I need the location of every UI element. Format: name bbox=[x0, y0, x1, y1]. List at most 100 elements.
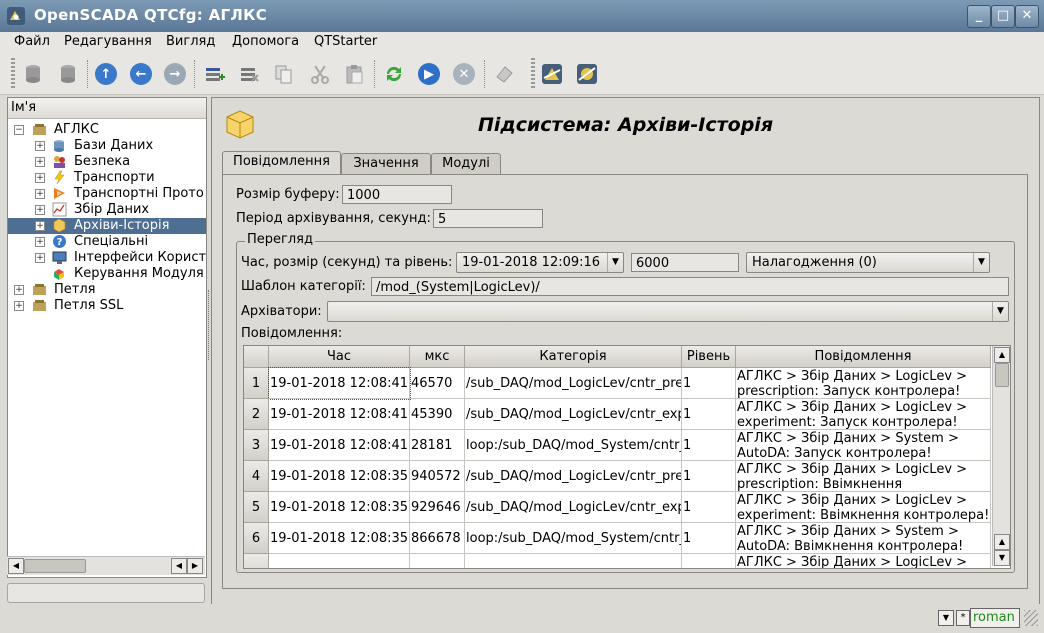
row-header[interactable]: 3 bbox=[244, 430, 269, 461]
stop-icon[interactable]: ✕ bbox=[450, 60, 478, 88]
table-cell-msg[interactable]: АГЛКС > Збір Даних > LogicLev > prescrip… bbox=[736, 461, 991, 492]
scroll-left-icon[interactable]: ◀ bbox=[8, 558, 24, 574]
messages-table[interactable]: Час мкс Категорія Рівень Повідомлення 11… bbox=[243, 345, 1011, 569]
scroll-right-icon[interactable]: ▶ bbox=[187, 558, 203, 574]
up-icon[interactable]: ↑ bbox=[92, 60, 120, 88]
tree-item-security[interactable]: + Безпека bbox=[8, 154, 206, 170]
tab-values[interactable]: Значення bbox=[341, 153, 431, 174]
table-cell-msg[interactable]: АГЛКС > Збір Даних > System > AutoDA: За… bbox=[736, 430, 991, 461]
paste-icon[interactable] bbox=[340, 60, 368, 88]
menu-view[interactable]: Вигляд bbox=[166, 34, 215, 49]
dropdown-icon[interactable]: ▼ bbox=[938, 610, 954, 626]
tree-horizontal-scrollbar[interactable]: ◀ ◀ ▶ bbox=[7, 556, 205, 575]
db-load-icon[interactable] bbox=[19, 60, 47, 88]
row-header[interactable]: 2 bbox=[244, 399, 269, 430]
table-cell-level[interactable]: 1 bbox=[682, 461, 736, 492]
expand-icon[interactable]: + bbox=[35, 205, 45, 215]
expand-icon[interactable]: + bbox=[14, 285, 24, 295]
start-icon[interactable]: ▶ bbox=[415, 60, 443, 88]
scroll-thumb[interactable] bbox=[995, 363, 1009, 387]
user-indicator[interactable]: roman bbox=[970, 608, 1020, 628]
navigation-tree[interactable]: Ім'я − АГЛКС + Бази Даних + Безпека + Тр… bbox=[7, 97, 207, 578]
table-cell-msg[interactable]: АГЛКС > Збір Даних > LogicLev > prescrip… bbox=[736, 368, 991, 399]
menu-qtstarter[interactable]: QTStarter bbox=[314, 34, 377, 49]
table-cell-time[interactable]: 19-01-2018 12:08:35 bbox=[269, 523, 410, 554]
level-select[interactable]: Налагодження (0) ▼ bbox=[746, 252, 990, 273]
menu-edit[interactable]: Редагування bbox=[64, 34, 152, 49]
table-cell-us[interactable]: 866678 bbox=[410, 523, 465, 554]
column-header-us[interactable]: мкс bbox=[410, 346, 465, 368]
scroll-up-icon-2[interactable]: ▲ bbox=[994, 534, 1010, 550]
toolbar-grip-2[interactable] bbox=[531, 58, 535, 90]
vision-module-icon[interactable] bbox=[573, 60, 601, 88]
table-cell-cat[interactable]: /sub_DAQ/mod_LogicLev/cntr_exp bbox=[465, 399, 682, 430]
table-cell-level[interactable]: 1 bbox=[682, 492, 736, 523]
row-header[interactable] bbox=[244, 554, 269, 568]
collapse-icon[interactable]: − bbox=[14, 125, 24, 135]
back-icon[interactable]: ← bbox=[127, 60, 155, 88]
table-cell-time[interactable]: 19-01-2018 12:08:35 bbox=[269, 461, 410, 492]
expand-icon[interactable]: + bbox=[35, 253, 45, 263]
table-cell-cat[interactable] bbox=[465, 554, 682, 568]
chevron-down-icon[interactable]: ▼ bbox=[607, 253, 623, 272]
archivers-select[interactable]: ▼ bbox=[327, 301, 1009, 322]
tree-item-loop[interactable]: + Петля bbox=[8, 282, 206, 298]
openscada-app-icon[interactable] bbox=[6, 6, 26, 26]
asterisk-icon[interactable]: * bbox=[956, 610, 970, 626]
table-cell-us[interactable]: 940572 bbox=[410, 461, 465, 492]
maximize-button[interactable]: □ bbox=[991, 5, 1015, 28]
tree-item-archives[interactable]: + Архіви-Історія bbox=[8, 218, 206, 234]
time-picker[interactable]: 19-01-2018 12:09:16 ▼ bbox=[456, 252, 624, 273]
scroll-left-icon-2[interactable]: ◀ bbox=[171, 558, 187, 574]
table-cell-cat[interactable]: loop:/sub_DAQ/mod_System/cntr_ bbox=[465, 523, 682, 554]
tree-item-specials[interactable]: + ? Спеціальні bbox=[8, 234, 206, 250]
expand-icon[interactable]: + bbox=[35, 221, 45, 231]
tree-item-databases[interactable]: + Бази Даних bbox=[8, 138, 206, 154]
expand-icon[interactable]: + bbox=[14, 301, 24, 311]
scroll-down-icon[interactable]: ▼ bbox=[994, 550, 1010, 566]
scroll-thumb[interactable] bbox=[24, 559, 86, 573]
table-cell-level[interactable]: 1 bbox=[682, 399, 736, 430]
table-cell-us[interactable] bbox=[410, 554, 465, 568]
tree-item-transport-protocols[interactable]: + Транспортні Прото bbox=[8, 186, 206, 202]
expand-icon[interactable]: + bbox=[35, 157, 45, 167]
menu-file[interactable]: Файл bbox=[14, 34, 50, 49]
tree-header[interactable]: Ім'я bbox=[8, 98, 206, 119]
expand-icon[interactable]: + bbox=[35, 141, 45, 151]
table-cell-time[interactable] bbox=[269, 554, 410, 568]
row-header[interactable]: 1 bbox=[244, 368, 269, 399]
table-cell-level[interactable] bbox=[682, 554, 736, 568]
table-corner[interactable] bbox=[244, 346, 269, 368]
size-field[interactable]: 6000 bbox=[631, 253, 739, 272]
table-cell-cat[interactable]: loop:/sub_DAQ/mod_System/cntr_ bbox=[465, 430, 682, 461]
tab-modules[interactable]: Модулі bbox=[431, 153, 501, 174]
buffer-size-field[interactable]: 1000 bbox=[342, 185, 452, 204]
tree-item-data-acquisition[interactable]: + Збір Даних bbox=[8, 202, 206, 218]
column-header-time[interactable]: Час bbox=[269, 346, 410, 368]
close-button[interactable]: ✕ bbox=[1015, 5, 1039, 28]
table-cell-time[interactable]: 19-01-2018 12:08:35 bbox=[269, 492, 410, 523]
tree-item-user-interfaces[interactable]: + Інтерфейси Корист bbox=[8, 250, 206, 266]
delete-item-icon[interactable] bbox=[235, 60, 263, 88]
table-cell-msg[interactable]: АГЛКС > Збір Даних > System > AutoDA: Вв… bbox=[736, 523, 991, 554]
row-header[interactable]: 5 bbox=[244, 492, 269, 523]
table-cell-us[interactable]: 45390 bbox=[410, 399, 465, 430]
chevron-down-icon[interactable]: ▼ bbox=[973, 253, 989, 272]
table-cell-level[interactable]: 1 bbox=[682, 430, 736, 461]
row-header[interactable]: 4 bbox=[244, 461, 269, 492]
category-template-field[interactable]: /mod_(System|LogicLev)/ bbox=[371, 277, 1009, 296]
expand-icon[interactable]: + bbox=[35, 189, 45, 199]
table-cell-msg[interactable]: АГЛКС > Збір Даних > LogicLev > bbox=[736, 554, 991, 568]
chevron-down-icon[interactable]: ▼ bbox=[992, 302, 1008, 321]
table-cell-time[interactable]: 19-01-2018 12:08:41 bbox=[268, 367, 411, 400]
table-cell-cat[interactable]: /sub_DAQ/mod_LogicLev/cntr_pre bbox=[465, 461, 682, 492]
table-cell-cat[interactable]: /sub_DAQ/mod_LogicLev/cntr_pre bbox=[465, 368, 682, 399]
tree-item-loop-ssl[interactable]: + Петля SSL bbox=[8, 298, 206, 314]
table-cell-level[interactable]: 1 bbox=[682, 523, 736, 554]
expand-icon[interactable]: + bbox=[35, 173, 45, 183]
table-cell-us[interactable]: 929646 bbox=[410, 492, 465, 523]
table-cell-us[interactable]: 46570 bbox=[410, 368, 465, 399]
db-save-icon[interactable] bbox=[54, 60, 82, 88]
forward-icon[interactable]: → bbox=[161, 60, 189, 88]
qtcfg-module-icon[interactable] bbox=[538, 60, 566, 88]
